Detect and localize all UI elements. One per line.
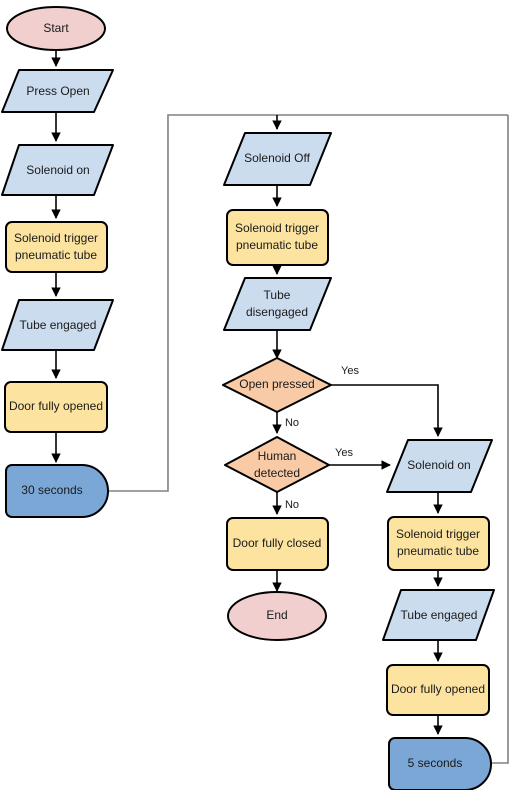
edge-label-human-detected-yes: Yes bbox=[335, 447, 353, 459]
edge-open-pressed-yes-to-solenoid-on bbox=[331, 384, 443, 437]
node-open-pressed[interactable]: Open pressed bbox=[222, 357, 332, 413]
node-start[interactable]: Start bbox=[6, 6, 106, 51]
edge-label-open-pressed-yes: Yes bbox=[341, 365, 359, 377]
node-press-open[interactable]: Press Open bbox=[1, 69, 114, 113]
flowchart-svg: Yes No Yes No Start Press Open Solenoid … bbox=[1, 6, 509, 790]
node-tube-disengaged[interactable]: Tube disengaged bbox=[223, 277, 332, 331]
node-solenoid-trigger-left[interactable]: Solenoid trigger pneumatic tube bbox=[5, 221, 108, 273]
edge-5-seconds-return-frame bbox=[491, 115, 509, 764]
node-solenoid-on-left[interactable]: Solenoid on bbox=[1, 144, 114, 196]
node-30-seconds[interactable]: 30 seconds bbox=[5, 464, 109, 518]
edge-label-human-detected-no: No bbox=[285, 499, 299, 511]
flowchart-canvas: Yes No Yes No Start Press Open Solenoid … bbox=[0, 0, 519, 790]
node-door-fully-closed[interactable]: Door fully closed bbox=[226, 517, 329, 571]
node-door-fully-opened-left[interactable]: Door fully opened bbox=[4, 381, 108, 433]
node-solenoid-off[interactable]: Solenoid Off bbox=[223, 132, 332, 186]
node-end[interactable]: End bbox=[227, 591, 327, 641]
node-human-detected[interactable]: Human detected bbox=[224, 436, 330, 493]
node-solenoid-trigger-mid[interactable]: Solenoid trigger pneumatic tube bbox=[226, 209, 329, 266]
node-tube-engaged-left[interactable]: Tube engaged bbox=[1, 299, 114, 351]
node-tube-engaged-right[interactable]: Tube engaged bbox=[382, 589, 495, 641]
node-solenoid-trigger-right[interactable]: Solenoid trigger pneumatic tube bbox=[387, 516, 490, 571]
node-5-seconds[interactable]: 5 seconds bbox=[388, 737, 492, 790]
edge-label-open-pressed-no: No bbox=[285, 417, 299, 429]
node-door-fully-opened-right[interactable]: Door fully opened bbox=[386, 664, 490, 716]
node-solenoid-on-right[interactable]: Solenoid on bbox=[386, 439, 493, 493]
